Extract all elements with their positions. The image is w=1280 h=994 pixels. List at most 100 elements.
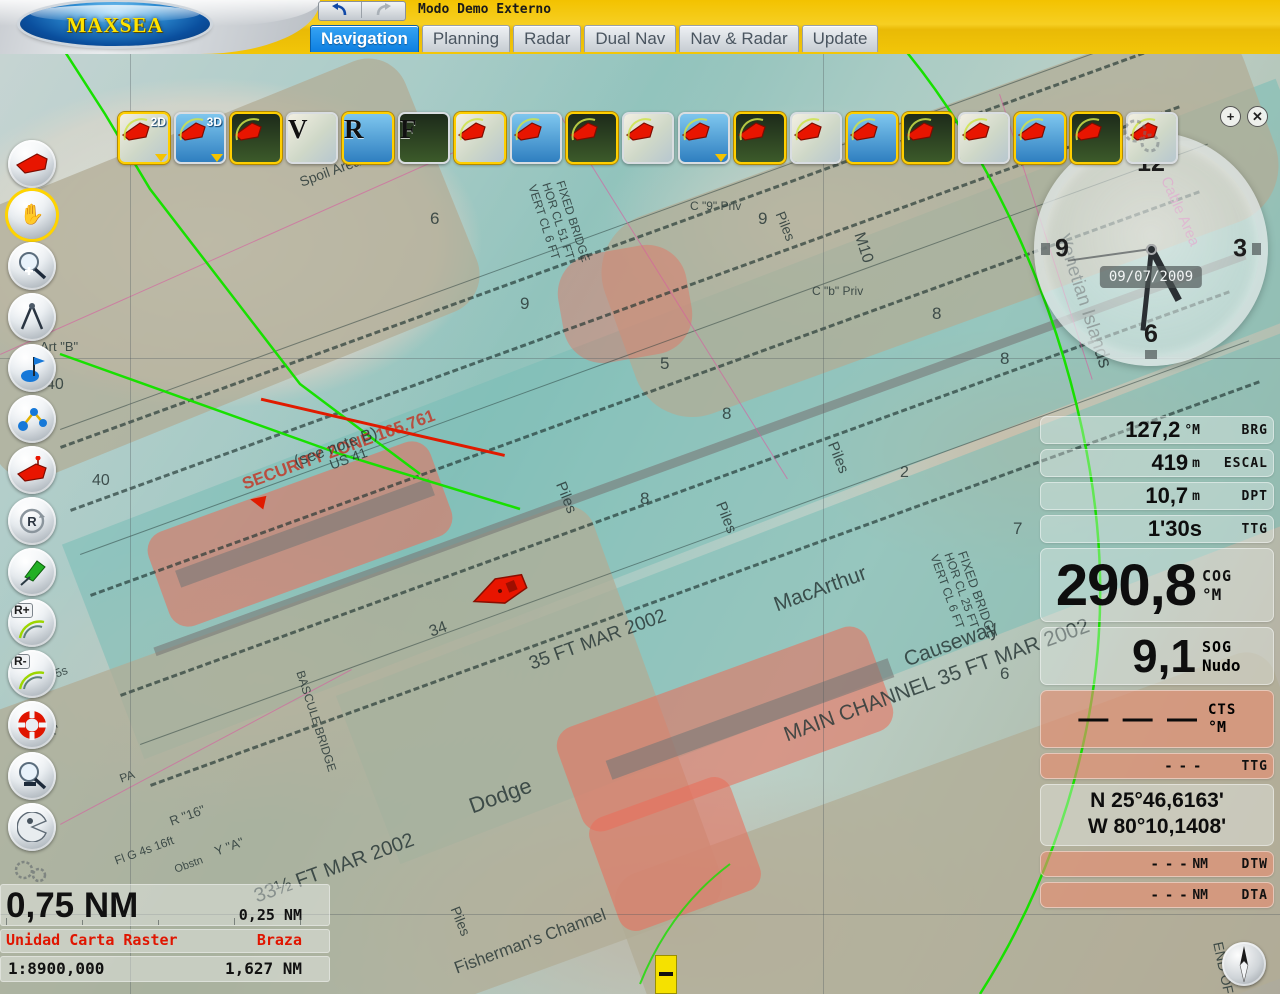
chart-label: 8 [640, 489, 650, 508]
wind-sock-button[interactable] [846, 112, 898, 164]
boat-mark-tool[interactable] [8, 446, 56, 494]
scale-tick [6, 918, 7, 925]
map-corner-buttons: + ✕ [1220, 106, 1268, 127]
mode-tab-bar: Navigation Planning Radar Dual Nav Nav & Rad… [310, 25, 879, 53]
chart-label: 8 [1000, 349, 1010, 368]
redo-button[interactable] [361, 2, 404, 18]
radar-range-up-tool[interactable]: R+ [8, 599, 56, 647]
ttg-top-label: TTG [1241, 521, 1268, 537]
sog-label: SOG [1202, 637, 1233, 656]
sog-readout[interactable]: 9,1 SOG Nudo [1040, 627, 1274, 685]
multi-marks-button-glyph [1074, 118, 1102, 141]
analog-clock-widget[interactable]: 12 3 6 9 09/07/2009 [1034, 132, 1268, 366]
ttg-top-readout[interactable]: 1'30s TTG [1040, 515, 1274, 543]
cog-value: 290,8 [1055, 552, 1197, 618]
bathymetry-button[interactable] [510, 112, 562, 164]
brg-readout[interactable]: 127,2 °M BRG [1040, 416, 1274, 444]
sea-state-button[interactable] [902, 112, 954, 164]
photo-chart-button[interactable]: F [398, 112, 450, 164]
boat-track-button-glyph [682, 118, 710, 141]
radar-range-down-tool[interactable]: R- [8, 650, 56, 698]
green-pin-icon [20, 560, 46, 586]
tab-dual-nav[interactable]: Dual Nav [584, 25, 677, 52]
boat-track-button-dropdown-caret[interactable] [715, 154, 727, 162]
tide-gauge-button[interactable] [734, 112, 786, 164]
multi-marks-button[interactable] [1070, 112, 1122, 164]
escal-readout[interactable]: 419 m ESCAL [1040, 449, 1274, 477]
dtw-value: - - - [1151, 854, 1189, 873]
north-compass-badge[interactable] [1222, 942, 1266, 986]
navigation-data-panel: 127,2 °M BRG 419 m ESCAL 10,7 m DPT 1'30… [1040, 416, 1274, 913]
chart-3d-button[interactable]: 3D [174, 112, 226, 164]
title-bar: MAXSEA Modo Demo Externo Navigation Plann… [0, 0, 1280, 54]
vector-chart-button-caption: V [288, 114, 308, 144]
chart-label: C "9" Priv [690, 199, 742, 213]
tab-nav-radar[interactable]: Nav & Radar [679, 25, 799, 52]
tab-update[interactable]: Update [801, 25, 879, 52]
cog-readout[interactable]: 290,8 COG °M [1040, 548, 1274, 622]
zoom-out-tool[interactable] [8, 752, 56, 800]
chart-unit-bar[interactable]: Unidad Carta Raster Braza [0, 929, 330, 953]
vector-chart-button[interactable]: V [286, 112, 338, 164]
latitude-value: N 25°46,6163' [1090, 789, 1224, 812]
tab-planning[interactable]: Planning [421, 25, 511, 52]
single-mark-button[interactable] [1014, 112, 1066, 164]
tab-navigation[interactable]: Navigation [310, 25, 419, 52]
scale-tick [82, 920, 83, 925]
chart-3d-button-dropdown-caret[interactable] [211, 154, 223, 162]
scale-range-bar[interactable]: 0,75 NM 0,25 NM [0, 884, 330, 926]
cts-readout[interactable]: — — — CTS °M [1040, 690, 1274, 748]
radar-overlay-button[interactable] [566, 112, 618, 164]
raster-chart-button[interactable]: R [342, 112, 394, 164]
chart-map-canvas[interactable]: MacArthur Causeway MAIN CHANNEL 35 FT MAR … [0, 54, 1280, 994]
waypoint-tool[interactable] [8, 344, 56, 392]
red-boat-icon [17, 456, 47, 482]
cts-value: — — — [1078, 702, 1200, 735]
sounder-button[interactable] [230, 112, 282, 164]
pan-tool[interactable]: ✋ [8, 191, 56, 239]
current-arrows-button-glyph [794, 118, 822, 141]
divider-tool[interactable] [8, 293, 56, 341]
clock-second-hand [1067, 248, 1152, 262]
ttg-bottom-label: TTG [1241, 758, 1268, 774]
select-tool[interactable] [8, 803, 56, 851]
close-map-button[interactable]: ✕ [1247, 106, 1268, 127]
scale-tick [300, 918, 301, 925]
maxsea-logo-text: MAXSEA [66, 13, 164, 37]
dtw-readout[interactable]: - - - NM DTW [1040, 851, 1274, 877]
pin-tool[interactable] [8, 548, 56, 596]
scale-tick [234, 918, 235, 925]
wind-barbs-button[interactable] [958, 112, 1010, 164]
tab-radar[interactable]: Radar [513, 25, 582, 52]
rotate-tool[interactable]: R [8, 497, 56, 545]
route-tool[interactable] [8, 395, 56, 443]
chart-label: 6 [430, 209, 440, 228]
chart-2d-button[interactable]: 2D [118, 112, 170, 164]
man-overboard-tool[interactable] [8, 701, 56, 749]
cog-label: COG [1202, 566, 1233, 585]
scale-ratio-bar[interactable]: 1:8900,000 1,627 NM [0, 956, 330, 982]
ttg-bottom-readout[interactable]: - - - TTG [1040, 753, 1274, 779]
dta-readout[interactable]: - - - NM DTA [1040, 882, 1274, 908]
position-readout[interactable]: N 25°46,6163' W 80°10,1408' [1040, 784, 1274, 846]
center-on-boat-tool[interactable] [8, 140, 56, 188]
horizontal-scrollbar-thumb[interactable] [655, 955, 677, 994]
undo-button[interactable] [319, 2, 361, 18]
demo-mode-title: Modo Demo Externo [418, 2, 552, 17]
cursor-distance-value: 1,627 NM [224, 959, 302, 978]
center-map-button[interactable]: + [1220, 106, 1241, 127]
dpt-readout[interactable]: 10,7 m DPT [1040, 482, 1274, 510]
boat-track-button[interactable] [678, 112, 730, 164]
dpt-unit: m [1192, 488, 1200, 504]
chart-label: 8 [722, 404, 732, 423]
waypoint-arrow-button[interactable] [622, 112, 674, 164]
chart-3d-button-tag: 3D [206, 115, 222, 129]
current-arrows-button[interactable] [790, 112, 842, 164]
settings-gears-icon[interactable] [9, 854, 55, 888]
chart-2d-button-dropdown-caret[interactable] [155, 154, 167, 162]
toolbar-settings-gears-icon[interactable] [1119, 114, 1163, 158]
chart-label: 7 [1013, 519, 1023, 538]
zoom-in-tool[interactable] [8, 242, 56, 290]
chart-layers-button[interactable] [454, 112, 506, 164]
cts-unit: °M [1208, 718, 1227, 736]
